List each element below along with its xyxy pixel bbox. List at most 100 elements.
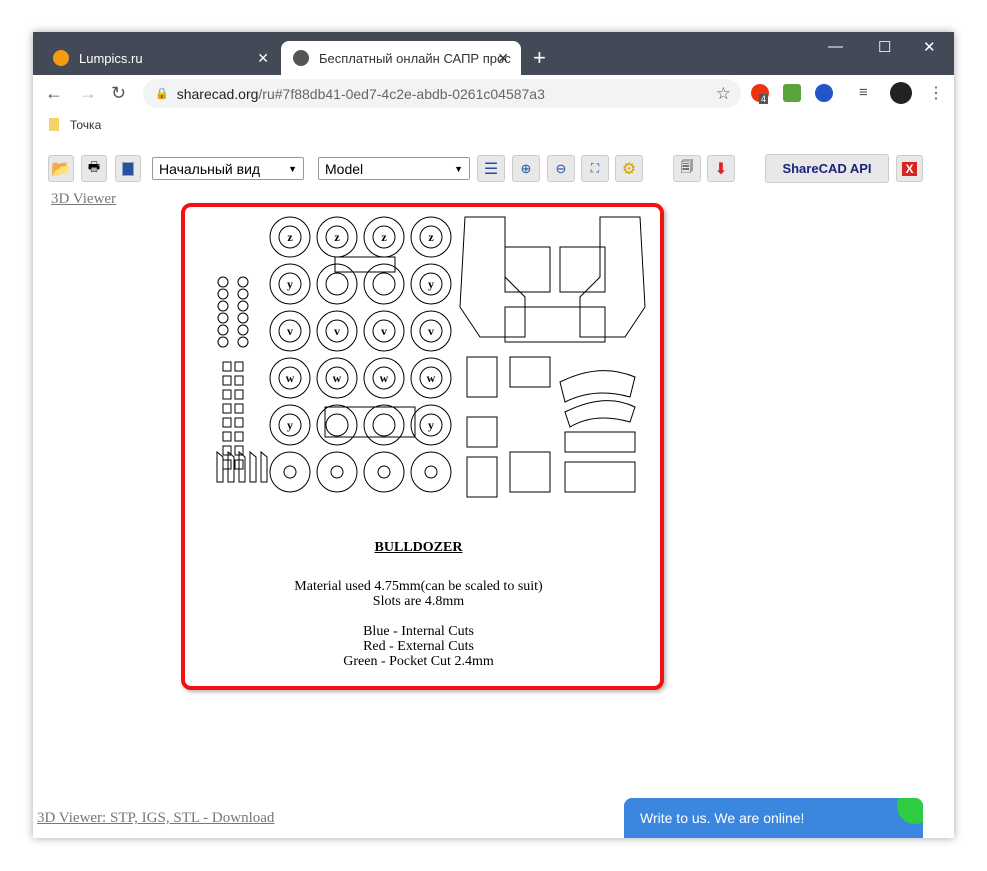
close-window-button[interactable]: ✕: [923, 38, 936, 56]
printer-icon: 🖶: [87, 158, 101, 174]
online-indicator-icon: [897, 798, 923, 824]
clip-part: [249, 450, 257, 483]
minimize-button[interactable]: —: [828, 38, 843, 55]
menu-icon[interactable]: ⋮: [928, 83, 944, 103]
small-part: [222, 361, 232, 372]
back-button[interactable]: ←: [45, 83, 63, 104]
wheel-label: w: [427, 371, 436, 385]
tab-bar: Lumpics.ru ✕ Бесплатный онлайн САПР прос ✕…: [33, 32, 954, 75]
sprocket-part: [316, 451, 358, 493]
zoom-in-button[interactable]: ⊕: [512, 155, 540, 182]
download-icon: ⬇: [714, 160, 728, 178]
axle-part: [324, 406, 416, 438]
wheel-label: v: [287, 324, 293, 338]
forward-button[interactable]: →: [79, 83, 97, 104]
wheel-hub: [372, 272, 396, 296]
layout-select-value: Model: [325, 160, 364, 177]
chat-label: Write to us. We are online!: [640, 810, 805, 826]
wheel-label: z: [334, 230, 340, 244]
dropdown-arrow-icon: ▼: [288, 163, 297, 174]
wheel-label: w: [333, 371, 342, 385]
opera-extension-icon[interactable]: 4: [751, 84, 769, 104]
plate-part: [466, 356, 498, 398]
view-select[interactable]: Начальный вид ▼: [152, 157, 304, 180]
small-part: [222, 459, 232, 470]
3d-viewer-download-link[interactable]: 3D Viewer: STP, IGS, STL - Download: [37, 810, 274, 827]
url-input[interactable]: 🔒 sharecad.org/ru#7f88db41-0ed7-4c2e-abdb…: [143, 79, 741, 108]
tab-title: Бесплатный онлайн САПР прос: [319, 50, 511, 66]
print-button[interactable]: 🖶: [81, 155, 107, 182]
maximize-button[interactable]: ☐: [878, 38, 891, 56]
wheel-part: [316, 263, 358, 305]
close-tab-icon[interactable]: ✕: [497, 50, 509, 67]
layers-button[interactable]: ☰: [477, 155, 505, 182]
address-bar-row: ← → ↻ 🔒 sharecad.org/ru#7f88db41-0ed7-4c2…: [33, 75, 954, 112]
extension-badge: 4: [759, 94, 769, 104]
blade-part: [564, 461, 636, 493]
bookmark-tochka[interactable]: Точка: [70, 118, 101, 132]
globe-icon: [293, 50, 309, 66]
3d-viewer-link[interactable]: 3D Viewer: [51, 191, 116, 208]
measure-button[interactable]: ⚙: [615, 155, 643, 182]
zoom-out-icon: ⊖: [555, 160, 567, 176]
frame-part: [559, 246, 606, 293]
cad-drawing-canvas[interactable]: z z z z y y v v v v w w w w y y BULLDOZER Material used…: [181, 203, 664, 690]
small-part: [217, 336, 229, 348]
drawing-note-line: Red - External Cuts: [363, 639, 474, 654]
wheel-part: [363, 404, 405, 446]
fit-screen-button[interactable]: ⛶: [581, 155, 609, 182]
wheel-label: v: [381, 324, 387, 338]
wheel-label: y: [428, 418, 434, 432]
small-part: [217, 312, 229, 324]
sprocket-part: [363, 451, 405, 493]
small-part: [234, 403, 244, 414]
vpn-extension-icon[interactable]: [815, 84, 833, 102]
small-part: [217, 300, 229, 312]
close-icon: X: [902, 161, 917, 176]
layout-select[interactable]: Model ▼: [318, 157, 470, 180]
browser-window: Lumpics.ru ✕ Бесплатный онлайн САПР прос ✕…: [33, 32, 954, 838]
folder-icon: [49, 118, 59, 131]
wheel-label: z: [428, 230, 434, 244]
clip-part: [260, 450, 268, 483]
reload-button[interactable]: ↻: [111, 83, 126, 104]
plate-part: [466, 416, 498, 448]
document-icon: 🗐: [680, 158, 694, 174]
small-part: [217, 324, 229, 336]
close-tab-icon[interactable]: ✕: [257, 50, 269, 67]
tab-lumpics[interactable]: Lumpics.ru ✕: [41, 41, 281, 75]
chat-widget[interactable]: Write to us. We are online!: [624, 798, 923, 838]
cad-parts-drawing: z z z z y y v v v v w w w w y y: [216, 216, 646, 498]
square-icon: [122, 161, 134, 176]
open-file-button[interactable]: 📂: [48, 155, 74, 182]
fit-screen-icon: ⛶: [590, 161, 600, 175]
background-toggle-button[interactable]: [115, 155, 141, 182]
sharecad-api-button[interactable]: ShareCAD API: [765, 154, 889, 183]
media-control-icon[interactable]: ≡: [859, 84, 877, 102]
tab-title: Lumpics.ru: [79, 50, 143, 66]
drawing-note-line: Material used 4.75mm(can be scaled to su…: [294, 579, 543, 594]
small-part: [237, 288, 249, 300]
tab-sharecad[interactable]: Бесплатный онлайн САПР прос ✕: [281, 41, 521, 75]
zoom-in-icon: ⊕: [520, 160, 532, 176]
music-extension-icon[interactable]: [783, 84, 801, 102]
zoom-out-button[interactable]: ⊖: [547, 155, 575, 182]
wheel-label: z: [287, 230, 293, 244]
avatar[interactable]: [890, 82, 912, 104]
wheel-part: [316, 404, 358, 446]
new-tab-button[interactable]: +: [533, 45, 546, 71]
clip-part: [216, 450, 224, 483]
wheel-part: [363, 263, 405, 305]
frame-part: [504, 246, 551, 293]
wheel-label: v: [334, 324, 340, 338]
convert-button[interactable]: 🗐: [673, 155, 701, 182]
view-select-value: Начальный вид: [159, 160, 261, 177]
star-icon[interactable]: ☆: [716, 84, 731, 104]
close-viewer-button[interactable]: X: [896, 155, 923, 182]
plate-part: [509, 451, 551, 493]
ruler-gear-icon: ⚙: [621, 160, 637, 178]
small-part: [237, 300, 249, 312]
small-part: [222, 375, 232, 386]
small-part: [222, 417, 232, 428]
download-button[interactable]: ⬇: [707, 155, 735, 182]
